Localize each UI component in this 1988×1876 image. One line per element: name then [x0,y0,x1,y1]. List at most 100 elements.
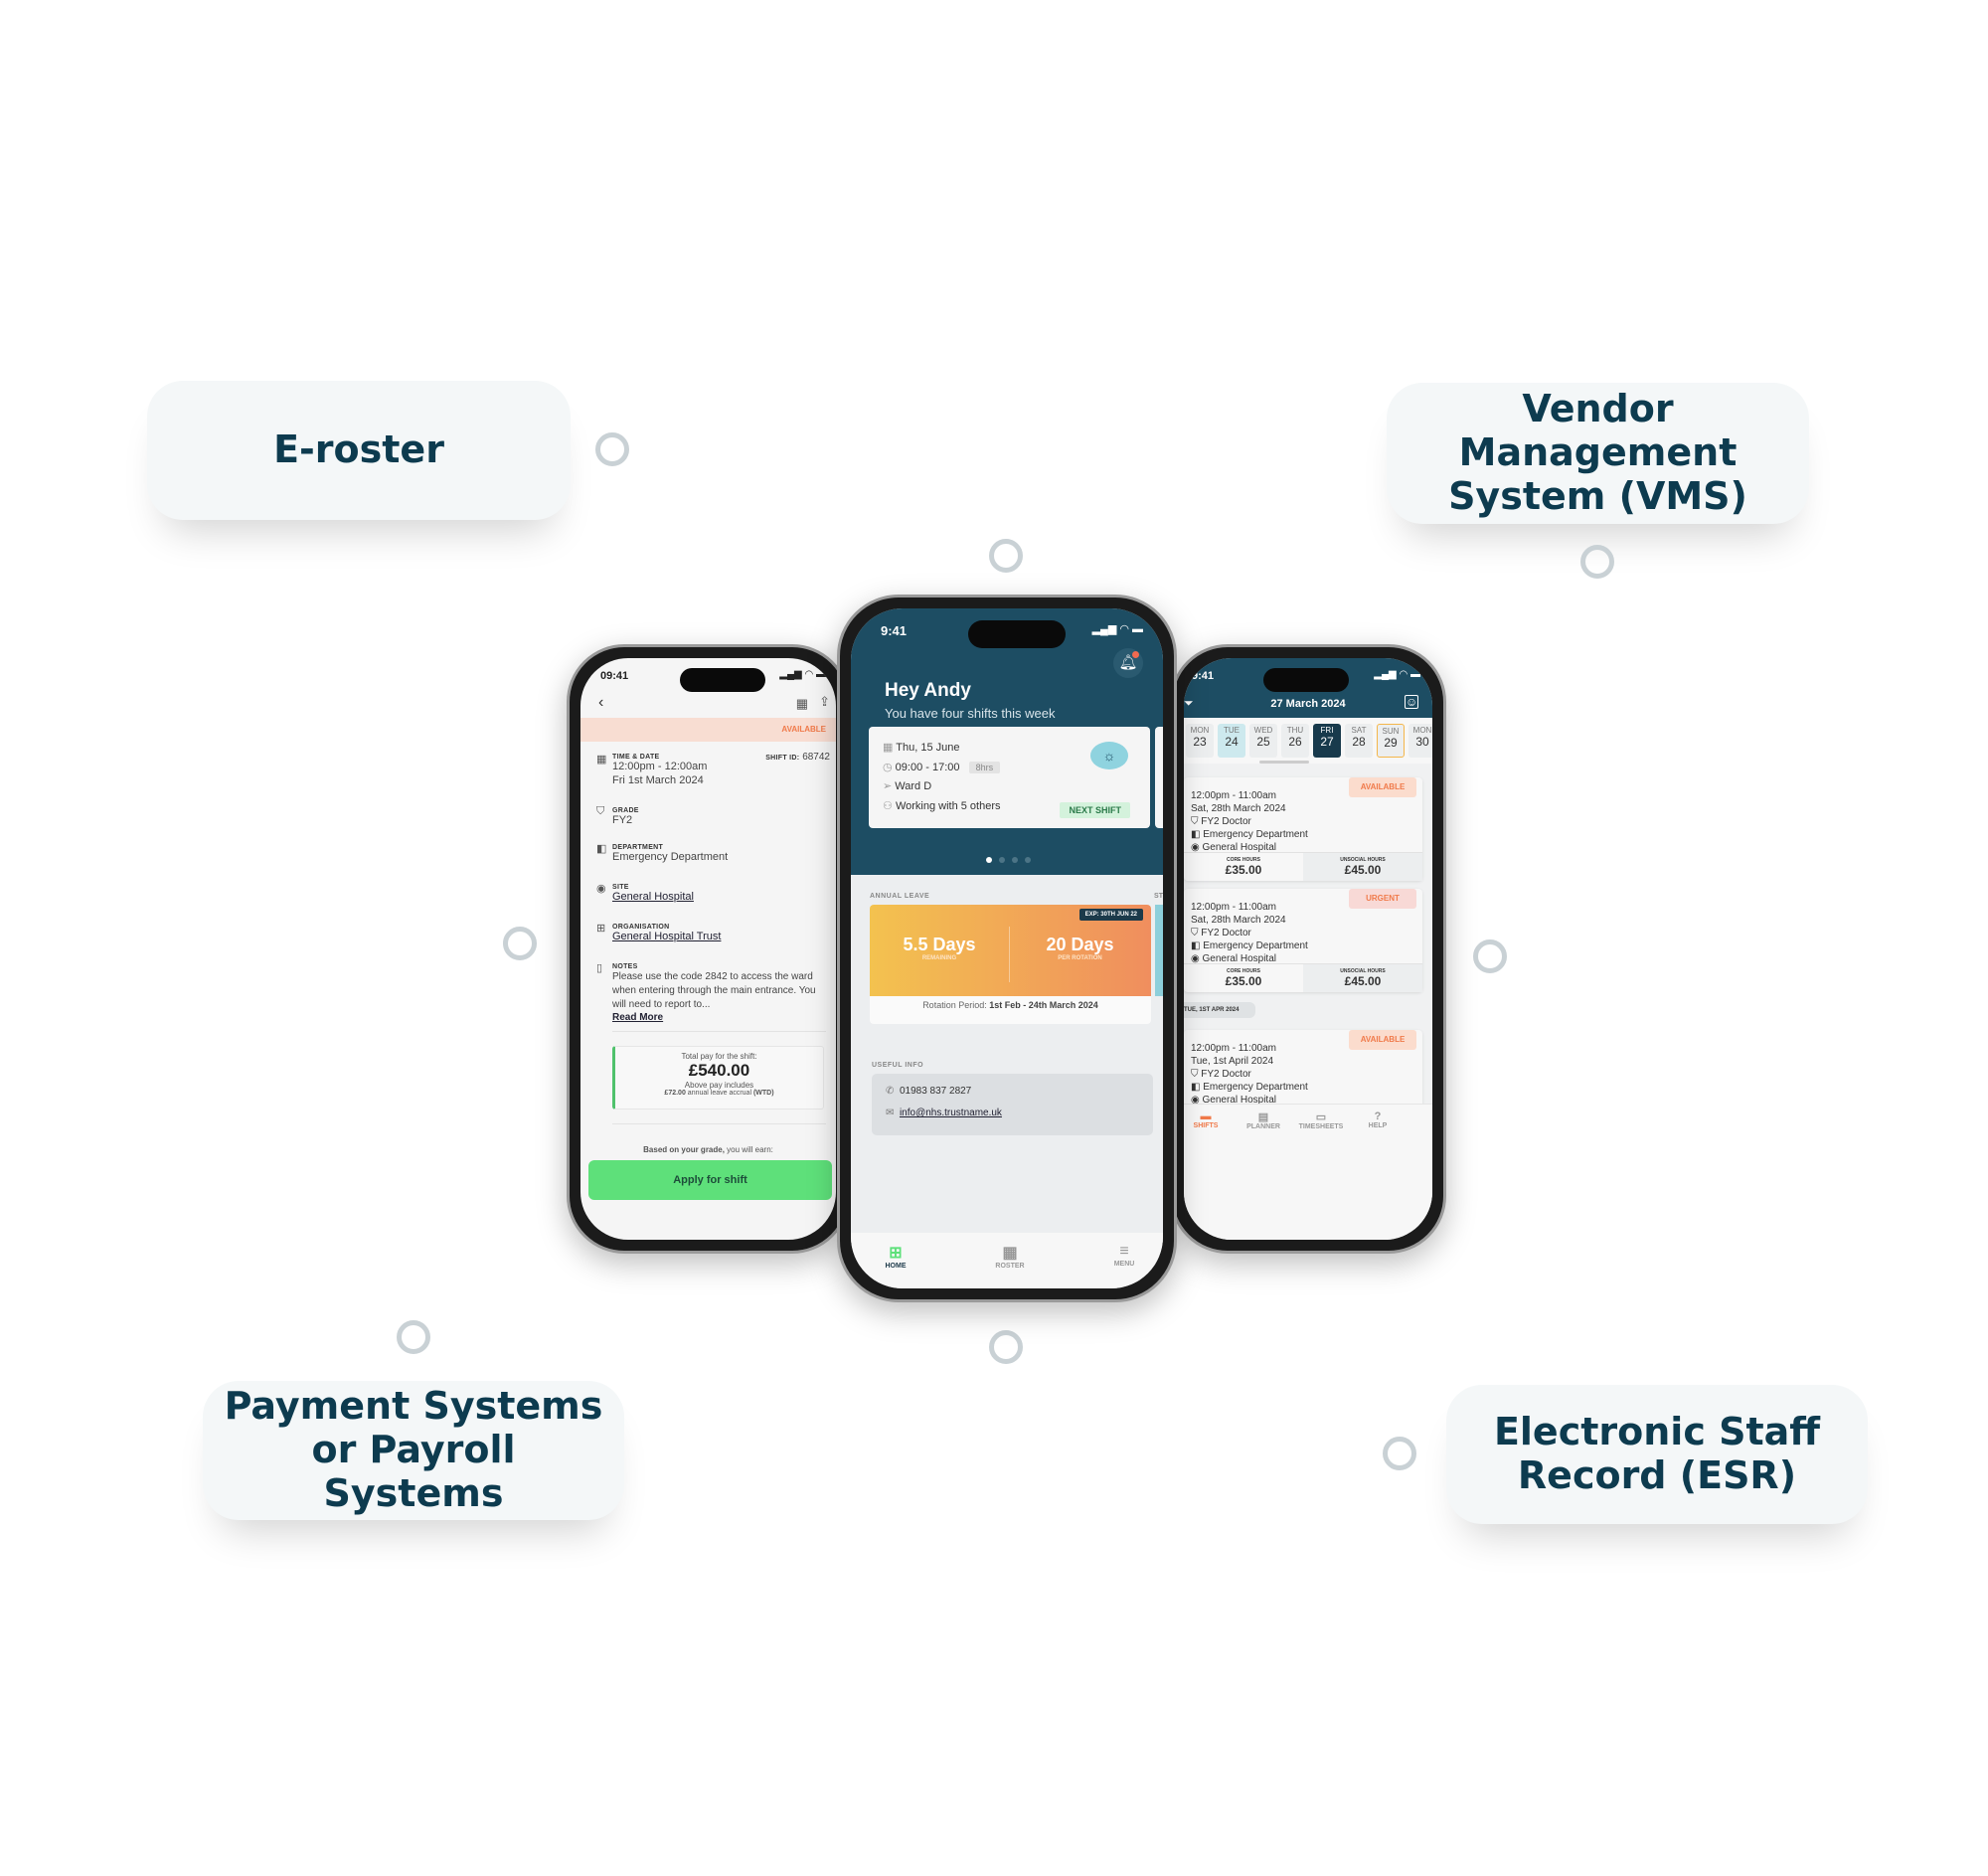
rotation-label: Rotation Period: [922,1000,987,1010]
day-sun-29[interactable]: SUN 29 [1377,724,1405,758]
day-name: MON [1190,726,1210,735]
status-icons: ▂▄▆ ◠ ▬ [779,669,826,680]
next-shift-card[interactable]: ▦ Thu, 15 June ◷ 09:00 - 17:00 8hrs ➢ Wa… [869,727,1150,828]
time-date-label: TIME & DATE [612,754,660,761]
grade-block: GRADE FY2 [612,807,639,826]
day-thu-26[interactable]: THU 26 [1281,724,1309,758]
shifts-header: 9:41 ▂▄▆ ◠ ▬ ⏷ 27 March 2024 ☺ [1184,658,1432,718]
profile-icon[interactable]: ☺ [1405,695,1418,709]
annual-leave-card[interactable]: EXP: 30TH JUN 22 5.5 Days REMAINING 20 Da… [870,905,1151,1024]
day-wed-25[interactable]: WED 25 [1249,724,1277,758]
day-sat-28[interactable]: SAT 28 [1345,724,1373,758]
shift-time: 12:00pm - 11:00am [1191,902,1276,913]
carousel-dot-active[interactable] [986,857,992,863]
organisation-link[interactable]: General Hospital Trust [612,931,721,942]
calendar-add-icon[interactable]: ▦ [796,696,808,712]
next-card-peek [1155,905,1163,996]
status-badge: AVAILABLE [781,725,826,734]
unsocial-rate: £45.00 [1344,863,1382,877]
connector-node [595,432,629,466]
shift-date: Sat, 28th March 2024 [1191,915,1286,926]
day-fri-27-selected[interactable]: FRI 27 [1313,724,1341,758]
core-rate: £35.00 [1225,863,1262,877]
shift-badge: AVAILABLE [1349,777,1416,797]
read-more-link[interactable]: Read More [612,1012,831,1023]
shift-info: 12:00pm - 11:00am Tue, 1st April 2024 ⛉ F… [1191,1042,1308,1107]
time-line: ◷ 09:00 - 17:00 8hrs [883,759,1001,778]
accrual-text: annual leave accrual [687,1090,752,1097]
day-strip: MON 23 TUE 24 WED 25 THU 26 FRI 27 SAT 28 SUN 2… [1184,718,1432,764]
shift-dept: Emergency Department [1203,1082,1308,1093]
card-esr: Electronic Staff Record (ESR) [1446,1385,1868,1524]
carousel-dot[interactable] [1025,857,1031,863]
core-hours: CORE HOURS £35.00 [1184,853,1303,881]
day-tue-24[interactable]: TUE 24 [1218,724,1245,758]
drag-handle[interactable] [1259,761,1309,764]
status-time: 09:41 [600,670,629,682]
shift-detail-screen: 09:41 ▂▄▆ ◠ ▬ ‹ ▦ ⇪ AVAILABLE ▦ TIME & D… [580,658,836,1240]
nav-label: ROSTER [995,1263,1025,1270]
department-block: DEPARTMENT Emergency Department [612,844,728,863]
per-rotation-label: PER ROTATION [1058,955,1102,961]
day-number: 23 [1193,735,1207,749]
phone-line: ✆ 01983 837 2827 [886,1086,971,1097]
phone-number[interactable]: 01983 837 2827 [900,1086,971,1097]
status-banner: AVAILABLE [580,718,836,742]
site-label: SITE [612,884,629,891]
apply-for-shift-button[interactable]: Apply for shift [588,1160,832,1200]
nav-menu[interactable]: ≡ MENU [1099,1243,1149,1268]
door-icon: ◧ [596,843,607,855]
pay-rates: CORE HOURS £35.00 UNSOCIAL HOURS £45.00 [1184,963,1422,992]
shift-dept-line: ◧ Emergency Department [1191,1082,1308,1093]
day-mon-23[interactable]: MON 23 [1186,724,1214,758]
shift-id: 68742 [802,752,830,763]
share-icon[interactable]: ⇪ [819,694,830,710]
dynamic-island [680,668,765,692]
department-value: Emergency Department [612,851,729,863]
grid-icon: ⊞ [889,1245,903,1262]
next-shift-details: ▦ Thu, 15 June ◷ 09:00 - 17:00 8hrs ➢ Wa… [883,739,1001,816]
nav-help[interactable]: ? HELP [1358,1110,1398,1129]
bottom-nav: ▬ SHIFTS ▤ PLANNER ▭ TIMESHEETS ? HELP [1184,1104,1432,1240]
carousel-dot[interactable] [1012,857,1018,863]
site-block: SITE General Hospital [612,884,694,903]
day-name: SUN [1382,727,1400,736]
nav-timesheets[interactable]: ▭ TIMESHEETS [1291,1110,1351,1130]
useful-info-label: USEFUL INFO [872,1062,924,1069]
sun-icon: ☼ [1090,742,1128,769]
site-link[interactable]: General Hospital [612,891,694,903]
day-name: WED [1253,726,1273,735]
connector-node [989,1330,1023,1364]
shift-id-block: SHIFT ID: 68742 [765,752,830,763]
navigation-icon: ➢ [883,780,893,792]
nav-roster[interactable]: ▦ ROSTER [985,1243,1035,1270]
shift-grade: FY2 Doctor [1201,928,1251,938]
planner-icon: ▤ [1257,1111,1269,1123]
shift-card[interactable]: AVAILABLE 12:00pm - 11:00am Sat, 28th Mar… [1184,777,1422,881]
nav-label: SHIFTS [1193,1122,1219,1129]
email-link[interactable]: info@nhs.trustname.uk [900,1108,1002,1118]
nav-label: PLANNER [1246,1123,1280,1130]
nav-label: HELP [1368,1122,1388,1129]
nav-home[interactable]: ⊞ HOME [871,1243,920,1270]
next-shift-time: 09:00 - 17:00 [895,761,960,773]
shift-card[interactable]: AVAILABLE 12:00pm - 11:00am Tue, 1st Apri… [1184,1030,1422,1109]
shift-time: 12:00pm - 11:00am [1191,790,1276,801]
carousel-dot[interactable] [999,857,1005,863]
days-remaining: 5.5 Days [903,935,976,954]
document-icon: ▯ [596,962,603,974]
shift-id-label: SHIFT ID: [765,755,800,762]
status-time: 9:41 [881,623,908,638]
back-icon[interactable]: ‹ [598,694,603,712]
day-name: SAT [1351,726,1367,735]
carousel-dots[interactable] [986,850,1031,868]
nav-planner[interactable]: ▤ PLANNER [1239,1110,1288,1130]
organisation-block: ORGANISATION General Hospital Trust [612,924,721,942]
nav-shifts[interactable]: ▬ SHIFTS [1186,1110,1226,1129]
shift-date: Tue, 1st April 2024 [1191,1056,1274,1067]
day-mon-30[interactable]: MON 30 [1408,724,1432,758]
next-shift-badge: NEXT SHIFT [1060,802,1130,818]
shift-time: 12:00pm - 11:00am [1191,1043,1276,1054]
shift-card[interactable]: URGENT 12:00pm - 11:00am Sat, 28th March … [1184,889,1422,992]
days-per-rotation: 20 Days [1046,935,1114,954]
